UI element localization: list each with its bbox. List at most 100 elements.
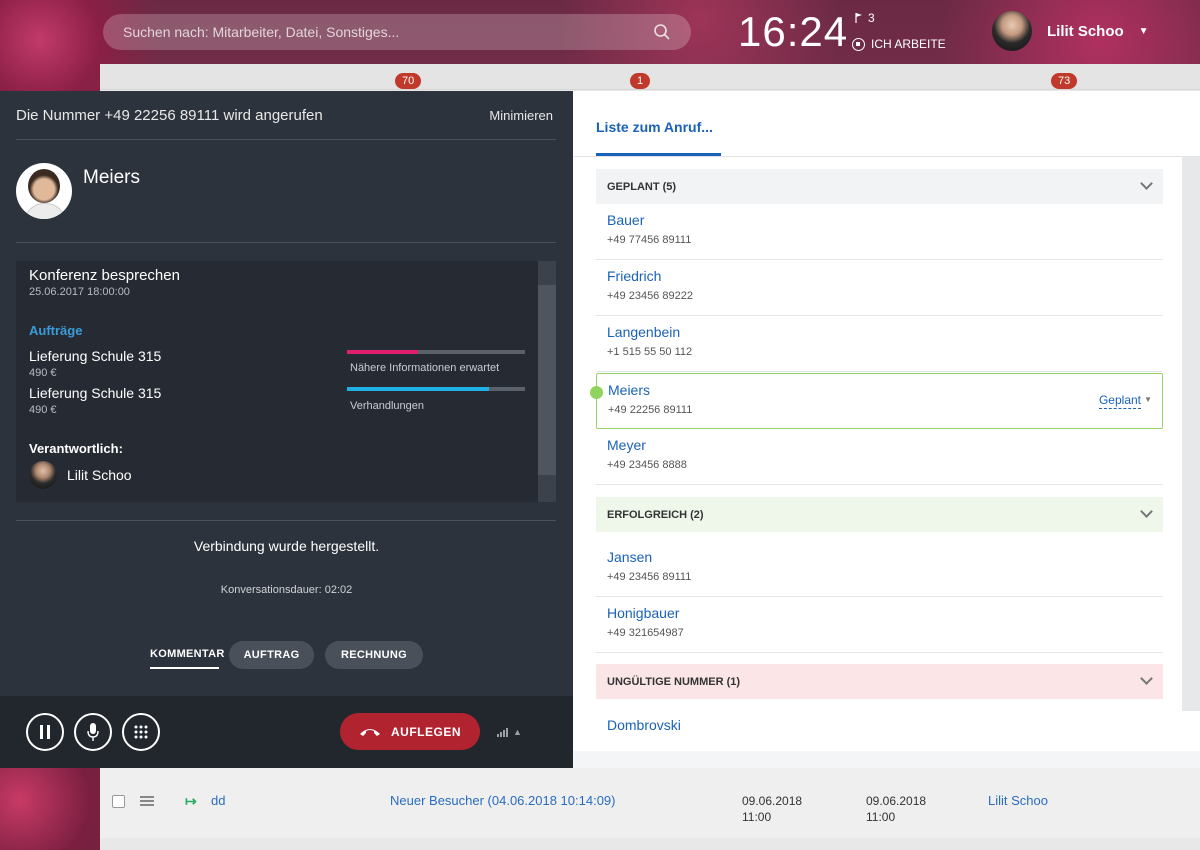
list-item[interactable]: Friedrich +49 23456 89222 — [596, 260, 1163, 316]
contact-name[interactable]: Dombrovski — [607, 717, 681, 733]
contact-name[interactable]: Langenbein — [607, 324, 680, 340]
contact-phone: +1 515 55 50 112 — [607, 346, 693, 358]
row-visitor[interactable]: Neuer Besucher (04.06.2018 10:14:09) — [390, 793, 616, 808]
order-progress-bar — [347, 387, 525, 391]
work-status[interactable]: ICH ARBEITE — [852, 37, 946, 51]
signal-bar — [497, 734, 499, 737]
phone-outgoing-icon: ↦ — [185, 793, 197, 809]
caret-up-icon: ▲ — [513, 727, 522, 737]
status-dropdown[interactable]: Geplant — [1098, 393, 1141, 409]
order-name[interactable]: Lieferung Schule 315 — [29, 348, 161, 364]
scrollbar[interactable] — [538, 261, 556, 502]
avatar — [16, 163, 72, 219]
scrollbar[interactable] — [1182, 157, 1200, 711]
tab-order[interactable]: AUFTRAG — [229, 641, 314, 669]
call-duration: Konversationsdauer: 02:02 — [220, 584, 353, 596]
call-controls: AUFLEGEN ▲ — [0, 696, 573, 768]
order-progress-fill — [347, 387, 490, 391]
divider — [16, 242, 556, 243]
group-successful[interactable]: ERFOLGREICH (2) — [596, 497, 1163, 532]
avatar — [992, 11, 1032, 51]
count-badge: 73 — [1051, 73, 1078, 89]
order-price: 490 € — [29, 367, 57, 379]
tab-comment[interactable]: KOMMENTAR — [150, 641, 224, 669]
signal-bar — [506, 728, 508, 737]
contact-name[interactable]: Meyer — [607, 437, 646, 453]
hangup-button[interactable]: AUFLEGEN — [340, 713, 480, 750]
contact-name[interactable]: Meiers — [608, 382, 650, 398]
tab-invoice[interactable]: RECHNUNG — [325, 641, 423, 669]
hangup-label: AUFLEGEN — [391, 724, 461, 739]
user-menu[interactable]: Lilit Schoo ▼ — [992, 11, 1149, 51]
list-item[interactable]: Honigbauer +49 321654987 — [596, 597, 1163, 653]
divider — [16, 520, 556, 521]
contact-phone: +49 77456 89111 — [607, 234, 692, 246]
search-bar[interactable]: Suchen nach: Mitarbeiter, Datei, Sonstig… — [103, 14, 691, 50]
microphone-button[interactable] — [74, 713, 112, 751]
chevron-down-icon[interactable] — [1140, 672, 1153, 685]
contact-name[interactable]: Honigbauer — [607, 605, 679, 621]
count-badge: 1 — [630, 73, 651, 89]
list-item[interactable]: Jansen +49 23456 89111 — [596, 541, 1163, 597]
clock: 16:24 — [738, 8, 849, 55]
list-item[interactable]: Dombrovski — [596, 709, 1163, 751]
order-name[interactable]: Lieferung Schule 315 — [29, 385, 161, 401]
row-date: 09.06.2018 — [742, 794, 803, 808]
table-row[interactable]: ↦ dd Neuer Besucher (04.06.2018 10:14:09… — [100, 768, 1200, 838]
contact-name[interactable]: Bauer — [607, 212, 644, 228]
signal-strength[interactable]: ▲ — [497, 727, 522, 737]
order-status: Nähere Informationen erwartet — [350, 362, 500, 374]
dialpad-icon — [134, 725, 148, 739]
call-list: GEPLANT (5) Bauer +49 77456 89111 Friedr… — [573, 157, 1182, 751]
flag-count: 3 — [868, 11, 875, 25]
search-icon[interactable] — [653, 23, 671, 41]
group-label: GEPLANT (5) — [607, 180, 677, 193]
caret-down-icon[interactable]: ▼ — [1144, 395, 1152, 404]
dialpad-button[interactable] — [122, 713, 160, 751]
chevron-down-icon[interactable] — [1140, 177, 1153, 190]
contact-phone: +49 23456 8888 — [607, 459, 687, 471]
count-badge: 70 — [395, 73, 422, 89]
list-item[interactable]: Meyer +49 23456 8888 — [596, 429, 1163, 485]
contact-name: Meiers — [83, 167, 141, 188]
row-date: 09.06.2018 — [866, 794, 927, 808]
user-name: Lilit Schoo — [1047, 22, 1124, 40]
tab-call-list[interactable]: Liste zum Anruf... — [596, 119, 713, 135]
minimize-button[interactable]: Minimieren — [489, 108, 553, 123]
microphone-icon — [87, 723, 99, 741]
flag-counter[interactable]: 3 — [855, 11, 875, 25]
contact-name[interactable]: Jansen — [607, 549, 652, 565]
row-time: 11:00 — [742, 810, 772, 824]
row-owner[interactable]: Lilit Schoo — [988, 793, 1048, 808]
list-header: Liste zum Anruf... — [573, 91, 1200, 157]
list-item-active[interactable]: Meiers +49 22256 89111 Geplant ▼ — [590, 373, 1163, 429]
work-status-label: ICH ARBEITE — [871, 37, 946, 51]
row-time: 11:00 — [866, 810, 896, 824]
responsible-label: Verantwortlich: — [29, 441, 123, 456]
list-item[interactable]: Bauer +49 77456 89111 — [596, 204, 1163, 260]
group-invalid-number[interactable]: UNGÜLTIGE NUMMER (1) — [596, 664, 1163, 699]
contact-phone: +49 23456 89111 — [607, 571, 692, 583]
active-call-indicator — [590, 386, 603, 399]
stop-icon — [852, 37, 865, 51]
row-checkbox[interactable] — [112, 795, 125, 808]
chevron-down-icon[interactable] — [1140, 505, 1153, 518]
contact-card: Meiers — [16, 163, 140, 219]
group-label: UNGÜLTIGE NUMMER (1) — [607, 675, 741, 688]
group-planned[interactable]: GEPLANT (5) — [596, 169, 1163, 204]
order-progress-bar — [347, 350, 525, 354]
search-input[interactable]: Suchen nach: Mitarbeiter, Datei, Sonstig… — [123, 24, 653, 40]
call-title: Die Nummer +49 22256 89111 wird angerufe… — [16, 107, 323, 124]
contact-name[interactable]: Friedrich — [607, 268, 661, 284]
top-bar: Suchen nach: Mitarbeiter, Datei, Sonstig… — [0, 0, 1200, 64]
order-price: 490 € — [29, 404, 57, 416]
scrollbar-thumb[interactable] — [538, 285, 556, 475]
row-name[interactable]: dd — [211, 793, 225, 808]
signal-bar — [500, 732, 502, 737]
list-item[interactable]: Langenbein +1 515 55 50 112 — [596, 316, 1163, 372]
avatar — [29, 461, 57, 489]
background-tabs — [100, 64, 1200, 90]
pause-button[interactable] — [26, 713, 64, 751]
menu-icon[interactable] — [140, 796, 154, 806]
connection-status: Verbindung wurde hergestellt. — [193, 538, 380, 554]
